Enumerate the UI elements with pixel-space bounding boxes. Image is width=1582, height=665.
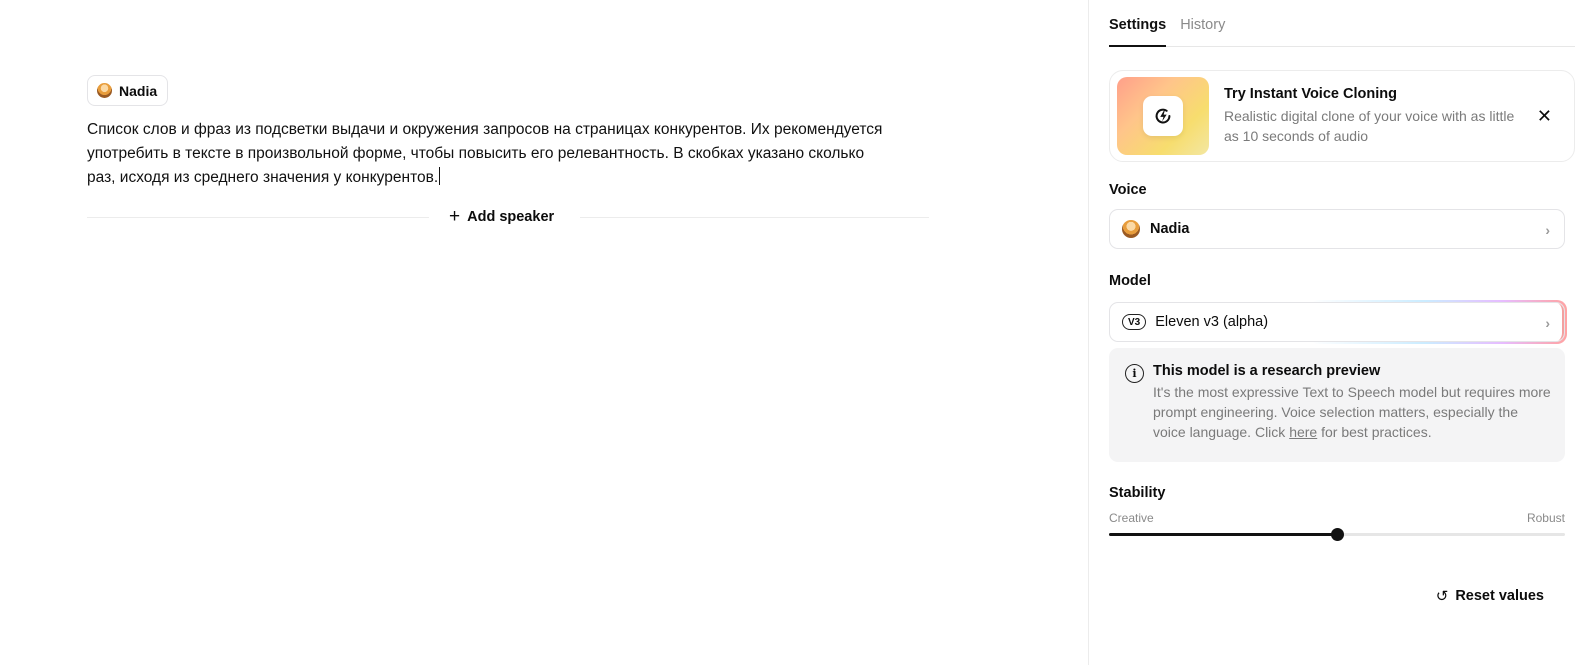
info-icon: i xyxy=(1125,364,1144,383)
editor-textarea[interactable]: Список слов и фраз из подсветки выдачи и… xyxy=(87,118,887,190)
promo-icon-box xyxy=(1143,96,1183,136)
divider-left xyxy=(87,217,429,218)
notice-title: This model is a research preview xyxy=(1153,363,1381,379)
research-preview-notice: i This model is a research preview It's … xyxy=(1109,348,1565,462)
avatar-icon xyxy=(97,83,112,98)
stability-slider-thumb[interactable] xyxy=(1331,528,1344,541)
speaker-name: Nadia xyxy=(119,82,158,99)
promo-artwork xyxy=(1117,77,1209,155)
promo-description: Realistic digital clone of your voice wi… xyxy=(1224,108,1515,144)
lightning-clone-icon xyxy=(1155,108,1171,124)
divider-right xyxy=(580,217,929,218)
model-select[interactable]: V3 Eleven v3 (alpha) › xyxy=(1109,302,1565,342)
voice-select[interactable]: Nadia › xyxy=(1109,209,1565,249)
editor-text-content: Список слов и фраз из подсветки выдачи и… xyxy=(87,121,883,186)
notice-body: It's the most expressive Text to Speech … xyxy=(1153,382,1551,442)
voice-label: Voice xyxy=(1109,182,1147,198)
reset-values-label: Reset values xyxy=(1455,588,1544,604)
close-icon[interactable]: ✕ xyxy=(1537,107,1552,125)
stability-range-labels: Creative Robust xyxy=(1109,511,1565,525)
add-speaker-row: + Add speaker xyxy=(87,206,929,228)
chevron-right-icon: › xyxy=(1545,315,1550,331)
settings-panel: Settings History Try Instant Voice Cloni… xyxy=(1088,0,1582,665)
plus-icon: + xyxy=(449,205,461,227)
promo-text: Try Instant Voice Cloning Realistic digi… xyxy=(1224,86,1524,146)
tab-history[interactable]: History xyxy=(1180,0,1225,47)
text-caret xyxy=(439,167,441,185)
editor-area: Nadia Список слов и фраз из подсветки вы… xyxy=(0,0,1088,665)
stability-max-label: Robust xyxy=(1526,511,1565,525)
model-value: Eleven v3 (alpha) xyxy=(1155,314,1269,330)
voice-value: Nadia xyxy=(1150,221,1190,237)
notice-body-end: for best practices. xyxy=(1317,424,1432,440)
panel-tabs: Settings History xyxy=(1109,0,1575,47)
chevron-right-icon: › xyxy=(1545,222,1550,238)
reset-icon: ↺ xyxy=(1435,588,1449,605)
stability-slider[interactable] xyxy=(1109,528,1565,541)
model-version-badge: V3 xyxy=(1122,314,1147,330)
tab-settings[interactable]: Settings xyxy=(1109,0,1167,47)
app-root: Nadia Список слов и фраз из подсветки вы… xyxy=(0,0,1582,665)
add-speaker-label: Add speaker xyxy=(467,209,555,225)
stability-min-label: Creative xyxy=(1109,511,1154,525)
promo-title: Try Instant Voice Cloning xyxy=(1224,86,1397,102)
avatar-icon xyxy=(1122,220,1140,238)
best-practices-link[interactable]: here xyxy=(1289,424,1317,440)
stability-slider-fill xyxy=(1109,533,1337,536)
reset-values-button[interactable]: ↺ Reset values xyxy=(1436,587,1544,605)
voice-cloning-promo[interactable]: Try Instant Voice Cloning Realistic digi… xyxy=(1109,70,1575,162)
stability-label: Stability xyxy=(1109,485,1166,501)
add-speaker-button[interactable]: + Add speaker xyxy=(449,205,555,228)
model-label: Model xyxy=(1109,273,1151,289)
speaker-chip[interactable]: Nadia xyxy=(87,75,169,106)
